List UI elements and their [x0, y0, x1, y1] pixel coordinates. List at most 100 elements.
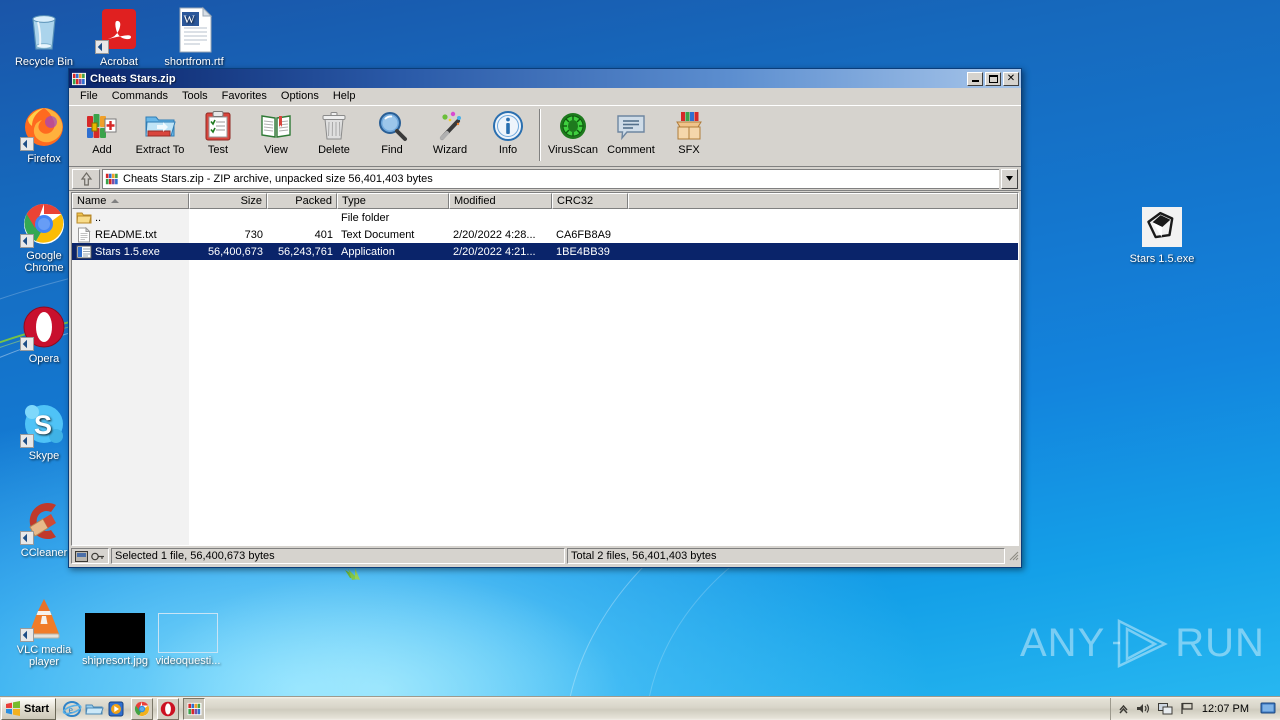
cell-packed: 401 — [314, 228, 333, 241]
shortcut-overlay-icon — [95, 40, 109, 54]
desktop-icon-shortfrom-rtf[interactable]: Wshortfrom.rtf — [158, 6, 230, 68]
internet-explorer-icon[interactable]: e — [62, 699, 82, 719]
text-document-icon — [76, 226, 92, 243]
file-row[interactable]: README.txt 730 401 Text Document 2/20/2022 4… — [72, 226, 1018, 243]
cell-size: 56,400,673 — [207, 245, 263, 258]
menu-bar[interactable]: File Commands Tools Favorites Options Help — [69, 88, 1021, 105]
windows-flag-icon — [6, 701, 20, 716]
show-hidden-icons-icon[interactable] — [1118, 703, 1129, 715]
toolbar-button-label: Comment — [607, 144, 655, 156]
desktop-icon-shipresort-jpg[interactable]: shipresort.jpg — [79, 605, 151, 667]
cell-size: 730 — [244, 228, 263, 241]
toolbar-button-extract-to[interactable]: Extract To — [131, 109, 189, 156]
toolbar-button-test[interactable]: Test — [189, 109, 247, 156]
toolbar-button-virusscan[interactable]: VirusScan — [544, 109, 602, 156]
show-desktop-icon[interactable] — [1260, 700, 1276, 718]
videoquesti-icon — [158, 613, 218, 653]
media-player-icon[interactable] — [106, 699, 126, 719]
menu-item-commands[interactable]: Commands — [105, 89, 175, 103]
menu-item-tools[interactable]: Tools — [175, 89, 215, 103]
archive-path-combo[interactable]: Cheats Stars.zip - ZIP archive, unpacked… — [102, 168, 999, 189]
desktop-icon-vlc-media-player[interactable]: VLC media player — [8, 594, 80, 668]
archive-add-icon — [86, 110, 118, 142]
archive-path-dropdown-button[interactable] — [1001, 168, 1018, 189]
folder-extract-icon — [144, 110, 176, 142]
address-bar[interactable]: Cheats Stars.zip - ZIP archive, unpacked… — [69, 167, 1021, 191]
opera-task-button[interactable] — [157, 697, 180, 720]
start-button[interactable]: Start — [1, 697, 57, 720]
column-header-crc32[interactable]: CRC32 — [552, 193, 628, 209]
desktop-icon-acrobat[interactable]: Acrobat — [83, 6, 155, 68]
system-tray[interactable]: 12:07 PM — [1109, 697, 1280, 720]
file-rows[interactable]: .. File folder README.txt 730 401 Text Docume… — [72, 209, 1018, 545]
toolbar-button-find[interactable]: Find — [363, 109, 421, 156]
column-header-modified[interactable]: Modified — [449, 193, 552, 209]
resize-grip[interactable] — [1007, 549, 1019, 563]
toolbar-button-info[interactable]: Info — [479, 109, 537, 156]
toolbar-button-wizard[interactable]: Wizard — [421, 109, 479, 156]
disk-icon — [75, 550, 88, 562]
recycle-bin-icon — [20, 6, 68, 54]
cell-type: Application — [341, 245, 395, 258]
cell-modified: 2/20/2022 4:21... — [453, 245, 536, 258]
desktop-icon-stars-exe[interactable]: Stars 1.5.exe — [1126, 203, 1198, 265]
chrome-task-button[interactable] — [131, 697, 154, 720]
column-header-name[interactable]: Name — [72, 193, 189, 209]
toolbar-button-comment[interactable]: Comment — [602, 109, 660, 156]
close-button[interactable]: ✕ — [1003, 71, 1019, 86]
comment-balloon-icon — [615, 110, 647, 142]
menu-item-file[interactable]: File — [73, 89, 105, 103]
desktop-icon-videoquesti[interactable]: videoquesti... — [152, 605, 224, 667]
menu-item-favorites[interactable]: Favorites — [215, 89, 274, 103]
desktop-icon-label: Acrobat — [100, 56, 138, 68]
taskbar[interactable]: Start e 12:07 PM — [0, 696, 1280, 720]
flag-action-center-icon[interactable] — [1180, 702, 1195, 715]
skype-icon: S — [20, 400, 68, 448]
status-bar: Selected 1 file, 56,400,673 bytes Total … — [71, 547, 1019, 565]
cell-name: README.txt — [72, 226, 189, 243]
chrome-icon — [134, 701, 150, 716]
column-header-size[interactable]: Size — [189, 193, 267, 209]
column-header-row[interactable]: Name Size Packed Type Modified CRC32 — [72, 193, 1018, 209]
svg-text:S: S — [34, 410, 52, 440]
opera-icon — [20, 303, 68, 351]
desktop-icon-recycle-bin[interactable]: Recycle Bin — [8, 6, 80, 68]
winrar-books-icon — [72, 72, 86, 85]
taskbar-clock[interactable]: 12:07 PM — [1202, 703, 1249, 715]
minimize-button[interactable] — [967, 71, 983, 86]
toolbar[interactable]: Add Extract To Test View Delete Find Wizard Inf… — [69, 105, 1021, 167]
file-row[interactable]: Stars 1.5.exe 56,400,673 56,243,761 Applica… — [72, 243, 1018, 260]
menu-item-help[interactable]: Help — [326, 89, 363, 103]
winrar-window[interactable]: Cheats Stars.zip ✕ File Commands Tools Favo… — [68, 68, 1022, 568]
file-row[interactable]: .. File folder — [72, 209, 1018, 226]
volume-icon[interactable] — [1136, 702, 1151, 715]
column-header-packed[interactable]: Packed — [267, 193, 337, 209]
info-circle-icon — [492, 110, 524, 142]
toolbar-button-view[interactable]: View — [247, 109, 305, 156]
play-triangle-icon — [1113, 618, 1169, 668]
menu-item-options[interactable]: Options — [274, 89, 326, 103]
show-desktop-folder-icon[interactable] — [84, 699, 104, 719]
column-header-spacer[interactable] — [628, 193, 1018, 209]
stars-exe-icon — [1138, 203, 1186, 251]
sfx-box-icon — [673, 110, 705, 142]
toolbar-button-label: Delete — [318, 144, 350, 156]
winrar-task-button[interactable] — [183, 697, 206, 720]
toolbar-button-label: View — [264, 144, 288, 156]
window-titlebar[interactable]: Cheats Stars.zip ✕ — [69, 69, 1021, 88]
file-list[interactable]: Name Size Packed Type Modified CRC32 .. File f… — [71, 192, 1019, 546]
network-icon[interactable] — [1157, 702, 1173, 715]
toolbar-button-delete[interactable]: Delete — [305, 109, 363, 156]
ccleaner-icon — [20, 497, 68, 545]
maximize-button[interactable] — [985, 71, 1001, 86]
toolbar-button-label: SFX — [678, 144, 700, 156]
quick-launch-bar[interactable]: e — [59, 699, 129, 719]
virus-shield-icon — [557, 110, 589, 142]
column-header-type[interactable]: Type — [337, 193, 449, 209]
toolbar-button-sfx[interactable]: SFX — [660, 109, 718, 156]
up-one-level-button[interactable] — [72, 168, 100, 189]
toolbar-button-label: Wizard — [432, 144, 468, 156]
toolbar-button-add[interactable]: Add — [73, 109, 131, 156]
toolbar-button-label: Add — [92, 144, 112, 156]
open-book-icon — [260, 110, 292, 142]
